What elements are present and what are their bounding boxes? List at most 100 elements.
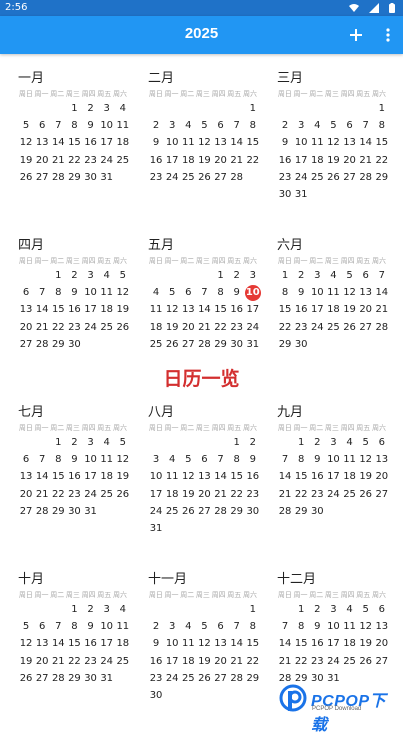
day-cell[interactable]: 29: [277, 336, 293, 353]
day-cell[interactable]: 17: [309, 301, 325, 318]
day-cell[interactable]: 13: [34, 134, 50, 151]
day-cell[interactable]: 8: [50, 284, 66, 301]
day-cell[interactable]: 10: [164, 134, 180, 151]
day-cell[interactable]: 28: [374, 319, 390, 336]
day-cell[interactable]: 9: [245, 451, 261, 468]
day-cell[interactable]: 31: [99, 670, 115, 687]
day-cell[interactable]: 22: [245, 152, 261, 169]
day-cell[interactable]: 24: [164, 670, 180, 687]
day-cell[interactable]: 9: [83, 117, 99, 134]
day-cell[interactable]: 5: [18, 117, 34, 134]
day-cell[interactable]: 28: [50, 169, 66, 186]
day-cell[interactable]: 20: [358, 301, 374, 318]
day-cell[interactable]: 24: [83, 319, 99, 336]
day-cell[interactable]: 13: [196, 468, 212, 485]
day-cell[interactable]: 16: [309, 635, 325, 652]
day-cell[interactable]: 9: [66, 451, 82, 468]
day-cell[interactable]: 2: [148, 618, 164, 635]
day-cell[interactable]: 15: [245, 134, 261, 151]
day-cell[interactable]: 30: [148, 687, 164, 704]
day-cell[interactable]: 24: [83, 486, 99, 503]
day-cell[interactable]: 17: [99, 134, 115, 151]
day-cell[interactable]: 1: [66, 100, 82, 117]
day-cell[interactable]: 21: [229, 152, 245, 169]
day-cell[interactable]: 2: [277, 117, 293, 134]
day-cell[interactable]: 11: [164, 468, 180, 485]
day-cell[interactable]: 7: [50, 117, 66, 134]
day-cell[interactable]: 23: [148, 670, 164, 687]
day-cell[interactable]: 12: [180, 468, 196, 485]
day-cell[interactable]: 1: [50, 434, 66, 451]
day-cell[interactable]: 5: [196, 117, 212, 134]
add-button[interactable]: [347, 26, 365, 44]
day-cell[interactable]: 2: [148, 117, 164, 134]
day-cell[interactable]: 4: [99, 434, 115, 451]
day-cell[interactable]: 23: [293, 319, 309, 336]
day-cell[interactable]: 4: [180, 117, 196, 134]
day-cell[interactable]: 14: [374, 284, 390, 301]
day-cell[interactable]: 13: [374, 451, 390, 468]
day-cell[interactable]: 7: [374, 267, 390, 284]
day-cell[interactable]: 27: [213, 670, 229, 687]
day-cell[interactable]: 26: [325, 169, 341, 186]
day-cell[interactable]: 22: [277, 319, 293, 336]
day-cell[interactable]: 10: [325, 451, 341, 468]
day-cell[interactable]: 15: [277, 301, 293, 318]
day-cell[interactable]: 5: [115, 267, 131, 284]
day-cell[interactable]: 7: [277, 451, 293, 468]
day-cell[interactable]: 17: [325, 468, 341, 485]
day-cell[interactable]: 12: [18, 635, 34, 652]
day-cell[interactable]: 22: [245, 653, 261, 670]
day-cell[interactable]: 13: [34, 635, 50, 652]
day-cell[interactable]: 17: [293, 152, 309, 169]
day-cell[interactable]: 19: [180, 486, 196, 503]
day-cell[interactable]: 22: [66, 653, 82, 670]
day-cell[interactable]: 11: [148, 301, 164, 318]
day-cell[interactable]: 21: [34, 319, 50, 336]
day-cell[interactable]: 16: [66, 468, 82, 485]
day-cell[interactable]: 8: [66, 117, 82, 134]
day-cell[interactable]: 4: [342, 601, 358, 618]
day-cell[interactable]: 17: [99, 635, 115, 652]
day-cell[interactable]: 24: [309, 319, 325, 336]
day-cell[interactable]: 26: [358, 486, 374, 503]
day-cell[interactable]: 20: [34, 152, 50, 169]
day-cell[interactable]: 2: [66, 434, 82, 451]
day-cell[interactable]: 22: [66, 152, 82, 169]
day-cell[interactable]: 7: [34, 451, 50, 468]
day-cell[interactable]: 6: [213, 618, 229, 635]
day-cell[interactable]: 27: [18, 336, 34, 353]
day-cell[interactable]: 27: [180, 336, 196, 353]
day-cell[interactable]: 27: [213, 169, 229, 186]
day-cell[interactable]: 31: [148, 520, 164, 537]
day-cell[interactable]: 6: [18, 284, 34, 301]
day-cell[interactable]: 12: [115, 284, 131, 301]
day-cell[interactable]: 16: [309, 468, 325, 485]
day-cell[interactable]: 15: [50, 301, 66, 318]
day-cell[interactable]: 4: [180, 618, 196, 635]
day-cell[interactable]: 14: [50, 134, 66, 151]
day-cell[interactable]: 29: [50, 336, 66, 353]
day-cell[interactable]: 16: [83, 635, 99, 652]
day-cell[interactable]: 7: [229, 618, 245, 635]
day-cell[interactable]: 9: [148, 134, 164, 151]
day-cell[interactable]: 14: [229, 635, 245, 652]
day-cell[interactable]: 12: [342, 284, 358, 301]
day-cell[interactable]: 3: [245, 267, 261, 284]
day-cell[interactable]: 22: [229, 486, 245, 503]
day-cell[interactable]: 9: [309, 618, 325, 635]
day-cell[interactable]: 24: [164, 169, 180, 186]
more-options-button[interactable]: [382, 26, 394, 44]
day-cell[interactable]: 23: [309, 653, 325, 670]
day-cell[interactable]: 1: [66, 601, 82, 618]
day-cell[interactable]: 13: [358, 284, 374, 301]
day-cell[interactable]: 20: [180, 319, 196, 336]
day-cell[interactable]: 19: [358, 468, 374, 485]
day-cell[interactable]: 20: [374, 468, 390, 485]
day-cell[interactable]: 11: [309, 134, 325, 151]
day-cell[interactable]: 18: [309, 152, 325, 169]
day-cell[interactable]: 12: [196, 134, 212, 151]
day-cell[interactable]: 23: [229, 319, 245, 336]
day-cell[interactable]: 28: [229, 670, 245, 687]
day-cell[interactable]: 31: [83, 503, 99, 520]
